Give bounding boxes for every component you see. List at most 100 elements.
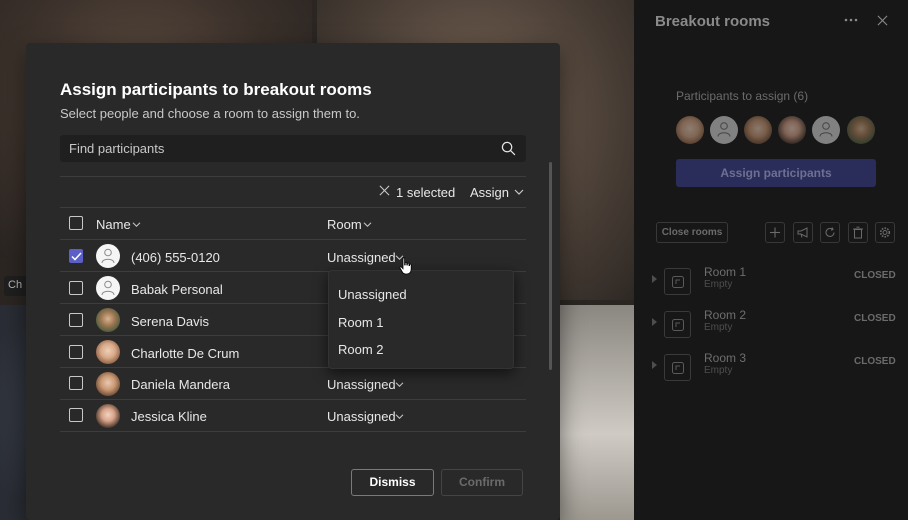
avatar: [96, 276, 120, 300]
room-status-text: Empty: [704, 365, 733, 376]
assign-dropdown-button[interactable]: Assign: [470, 185, 509, 200]
participant-checkbox[interactable]: [69, 345, 83, 359]
room-dropdown[interactable]: Unassigned: [327, 377, 396, 392]
close-rooms-button[interactable]: Close rooms: [656, 222, 728, 243]
participant-checkbox[interactable]: [69, 376, 83, 390]
room-row[interactable]: Room 1 Empty CLOSED: [634, 263, 908, 301]
room-door-icon: [672, 362, 684, 374]
chevron-right-icon[interactable]: [652, 361, 657, 369]
chevron-down-icon[interactable]: [132, 221, 141, 228]
room-name: Room 1: [704, 265, 747, 279]
name-column-header[interactable]: Name: [96, 217, 131, 232]
refresh-icon: [825, 227, 835, 237]
divider: [60, 239, 526, 240]
gear-icon: [879, 227, 891, 238]
confirm-button[interactable]: Confirm: [441, 469, 523, 496]
chevron-down-icon[interactable]: [514, 188, 524, 196]
room-icon: [664, 354, 691, 381]
avatar: [96, 404, 120, 428]
search-icon[interactable]: [501, 141, 516, 156]
search-box: [60, 135, 526, 162]
chevron-down-icon[interactable]: [363, 221, 372, 228]
recreate-rooms-button[interactable]: [820, 222, 840, 243]
room-column-header[interactable]: Room: [327, 217, 362, 232]
dismiss-button[interactable]: Dismiss: [351, 469, 434, 496]
participant-name: Serena Davis: [131, 314, 210, 329]
room-state-badge: CLOSED: [854, 313, 896, 324]
participant-name: Babak Personal: [131, 282, 223, 297]
checkmark-icon: [71, 252, 82, 261]
assign-participants-button[interactable]: Assign participants: [676, 159, 876, 187]
room-status-text: Empty: [704, 322, 733, 333]
participant-name: Jessica Kline: [131, 409, 207, 424]
select-all-checkbox[interactable]: [69, 216, 83, 230]
divider: [60, 399, 526, 400]
room-row[interactable]: Room 3 Empty CLOSED: [634, 349, 908, 387]
find-participants-input[interactable]: [60, 135, 490, 162]
video-tile: [560, 305, 634, 520]
room-settings-button[interactable]: [875, 222, 895, 243]
chevron-down-icon[interactable]: [395, 381, 404, 388]
participant-checkbox[interactable]: [69, 281, 83, 295]
person-icon: [717, 122, 731, 137]
dialog-subtitle: Select people and choose a room to assig…: [60, 106, 360, 121]
room-state-badge: CLOSED: [854, 270, 896, 281]
room-name: Room 2: [704, 308, 747, 322]
room-icon: [664, 311, 691, 338]
more-options-icon[interactable]: [844, 18, 858, 22]
participant-name: Charlotte De Crum: [131, 346, 240, 361]
video-tile-name-label: Ch: [4, 276, 28, 296]
room-name: Room 3: [704, 351, 747, 365]
participants-to-assign-label: Participants to assign (6): [676, 89, 809, 103]
add-room-button[interactable]: [765, 222, 785, 243]
room-icon: [664, 268, 691, 295]
avatar: [710, 116, 738, 144]
room-status-text: Empty: [704, 279, 733, 290]
megaphone-icon: [797, 227, 808, 238]
chevron-down-icon[interactable]: [395, 413, 404, 420]
participant-name: Daniela Mandera: [131, 377, 231, 392]
avatar: [96, 308, 120, 332]
clear-selection-icon[interactable]: [379, 185, 390, 196]
participant-checkbox[interactable]: [69, 313, 83, 327]
close-icon[interactable]: [877, 15, 888, 26]
person-icon: [101, 280, 115, 296]
selected-count: 1 selected: [396, 185, 456, 200]
divider: [60, 431, 526, 432]
room-dropdown[interactable]: Unassigned: [327, 409, 396, 424]
avatar: [847, 116, 875, 144]
list-scrollbar[interactable]: [549, 162, 552, 370]
hand-cursor-icon: [399, 257, 412, 275]
participant-checkbox[interactable]: [69, 408, 83, 422]
chevron-right-icon[interactable]: [652, 275, 657, 283]
avatar: [812, 116, 840, 144]
divider: [60, 207, 526, 208]
panel-title: Breakout rooms: [655, 13, 771, 30]
room-dropdown-menu: Unassigned Room 1 Room 2: [328, 270, 514, 369]
announcement-button[interactable]: [793, 222, 813, 243]
delete-rooms-button[interactable]: [848, 222, 868, 243]
add-icon: [770, 227, 780, 238]
room-row[interactable]: Room 2 Empty CLOSED: [634, 306, 908, 344]
teams-meeting-window: Ch Assign participants to breakout rooms…: [0, 0, 908, 520]
menu-item-room-1[interactable]: Room 1: [338, 315, 384, 330]
avatar: [96, 244, 120, 268]
avatar: [676, 116, 704, 144]
avatar: [96, 372, 120, 396]
person-icon: [101, 248, 115, 264]
room-state-badge: CLOSED: [854, 356, 896, 367]
dialog-title: Assign participants to breakout rooms: [60, 80, 372, 99]
breakout-rooms-panel: Breakout rooms Participants to assign (6…: [634, 0, 908, 520]
assign-participants-dialog: Assign participants to breakout rooms Se…: [26, 43, 560, 520]
room-door-icon: [672, 319, 684, 331]
participant-checkbox[interactable]: [69, 249, 83, 263]
chevron-right-icon[interactable]: [652, 318, 657, 326]
person-icon: [819, 122, 833, 137]
menu-item-room-2[interactable]: Room 2: [338, 342, 384, 357]
room-dropdown[interactable]: Unassigned: [327, 250, 396, 265]
avatar: [96, 340, 120, 364]
menu-item-unassigned[interactable]: Unassigned: [338, 287, 407, 302]
room-door-icon: [672, 276, 684, 288]
trash-icon: [853, 226, 863, 239]
participant-name: (406) 555-0120: [131, 250, 220, 265]
